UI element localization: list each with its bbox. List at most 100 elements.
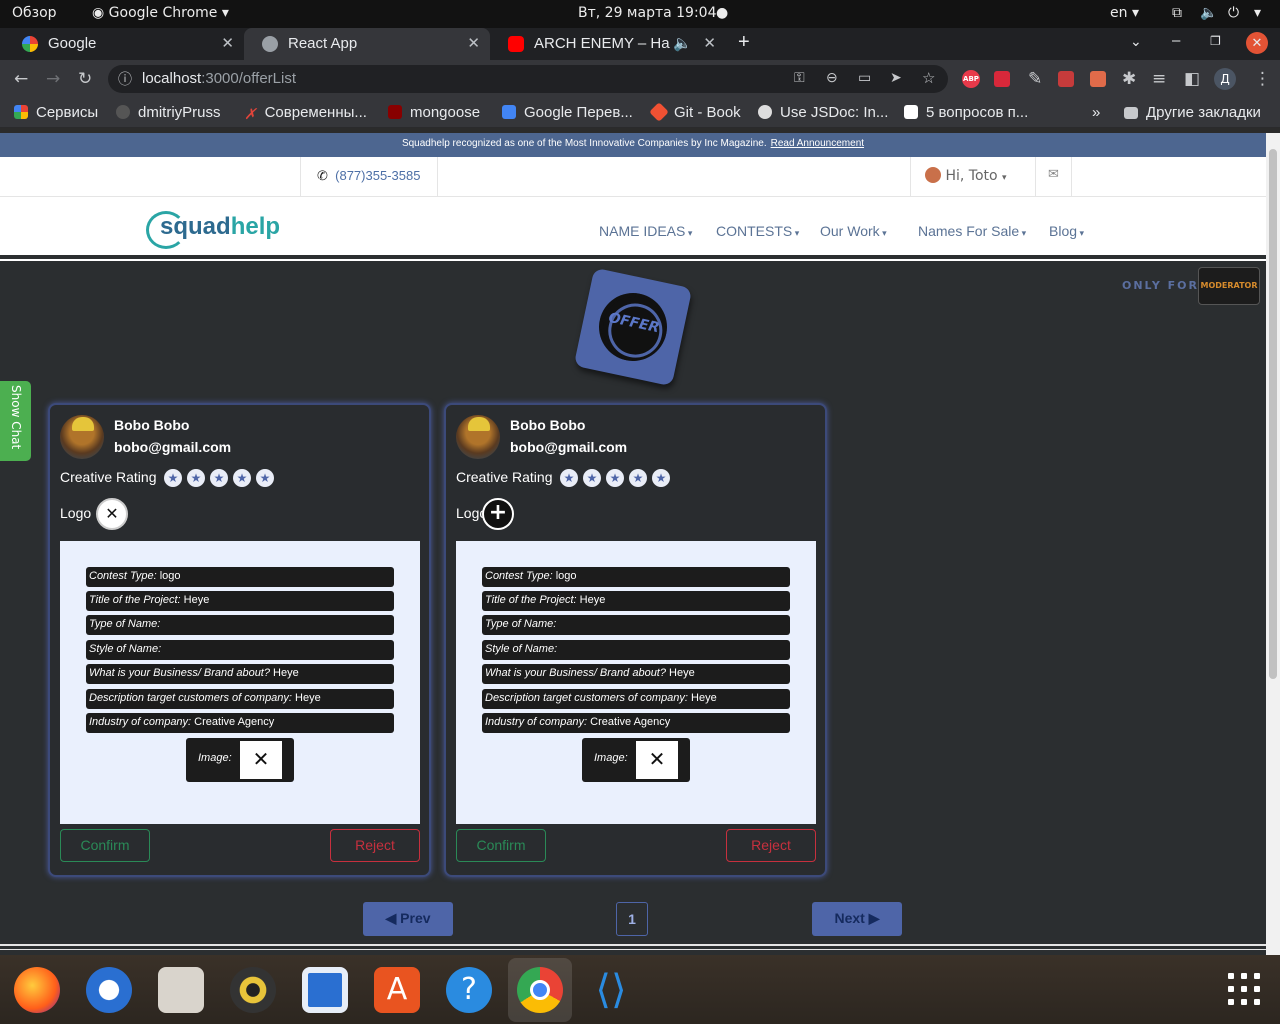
scrollbar-thumb[interactable] [1269, 149, 1277, 679]
offer-logo-image[interactable]: ✕ [96, 498, 128, 530]
app-menu[interactable]: ◉ Google Chrome ▾ [92, 5, 229, 21]
star-icon[interactable]: ★ [606, 469, 624, 487]
nav-contests[interactable]: CONTESTS [716, 223, 799, 239]
tab-google[interactable]: Google ✕ [4, 28, 244, 60]
rating-stars[interactable]: ★ ★ ★ ★ ★ [164, 467, 279, 487]
confirm-button[interactable]: Confirm [60, 829, 150, 862]
close-tab-icon[interactable]: ✕ [703, 34, 716, 52]
extension-orange-icon[interactable] [1090, 71, 1106, 87]
back-icon[interactable]: ← [14, 69, 28, 89]
firefox-icon[interactable] [14, 967, 60, 1013]
avatar [60, 415, 104, 459]
audio-playing-icon[interactable]: 🔈 [673, 34, 692, 52]
thunderbird-icon[interactable] [86, 967, 132, 1013]
star-icon[interactable]: ★ [233, 469, 251, 487]
new-tab-button[interactable]: + [738, 31, 750, 63]
reading-list-icon[interactable]: ≡ [1152, 69, 1166, 89]
star-icon[interactable]: ★ [187, 469, 205, 487]
page-scrollbar[interactable] [1266, 133, 1280, 955]
star-icon[interactable]: ★ [256, 469, 274, 487]
rating-stars[interactable]: ★ ★ ★ ★ ★ [560, 467, 675, 487]
send-icon[interactable]: ➤ [890, 69, 902, 86]
tab-react-app[interactable]: React App ✕ [244, 28, 490, 60]
reject-button[interactable]: Reject [330, 829, 420, 862]
address-bar[interactable]: ⓘ localhost:3000/offerList ⚿ ⊖ ▭ ➤ ☆ [108, 65, 948, 93]
adblock-icon[interactable]: ABP [962, 70, 980, 88]
extension-red-icon[interactable] [994, 71, 1010, 87]
volume-icon[interactable]: 🔈 [1200, 5, 1217, 21]
bookmark-services[interactable]: Сервисы [14, 104, 98, 121]
contest-image-thumbnail[interactable]: ✕ [636, 741, 678, 779]
show-applications-icon[interactable] [1228, 973, 1260, 1005]
bookmark-5-questions[interactable]: 5 вопросов п... [904, 104, 1028, 121]
bookmark-mongoose[interactable]: mongoose [388, 104, 480, 121]
footer-divider [0, 944, 1266, 950]
side-panel-icon[interactable]: ◧ [1184, 69, 1200, 89]
nav-name-ideas[interactable]: NAME IDEAS [599, 223, 692, 239]
star-icon[interactable]: ★ [164, 469, 182, 487]
tab-arch-enemy[interactable]: ARCH ENEMY – Hands 🔈 ✕ [490, 28, 726, 60]
reader-mode-icon[interactable]: ▭ [858, 69, 871, 86]
globe-icon [758, 105, 772, 119]
libreoffice-writer-icon[interactable] [302, 967, 348, 1013]
site-info-icon[interactable]: ⓘ [118, 69, 132, 89]
star-icon[interactable]: ★ [210, 469, 228, 487]
rhythmbox-icon[interactable] [230, 967, 276, 1013]
phone-contact[interactable]: ✆ (877)355-3585 [300, 157, 438, 197]
key-icon[interactable]: ⚿ [794, 69, 805, 86]
language-indicator[interactable]: en ▾ [1110, 5, 1139, 21]
files-icon[interactable] [158, 967, 204, 1013]
chrome-menu-icon[interactable]: ⋮ [1254, 69, 1271, 89]
contest-image-thumbnail[interactable]: ✕ [240, 741, 282, 779]
network-icon[interactable]: ⧉ [1172, 5, 1182, 21]
bookmark-git-book[interactable]: Git - Book [649, 102, 741, 122]
reject-button[interactable]: Reject [726, 829, 816, 862]
bookmark-star-icon[interactable]: ☆ [922, 69, 935, 87]
nav-blog[interactable]: Blog [1049, 223, 1084, 239]
bookmark-jsdoc[interactable]: Use JSDoc: In... [758, 104, 888, 121]
mail-icon[interactable]: ✉ [1036, 157, 1072, 197]
chrome-icon[interactable] [517, 967, 563, 1013]
user-menu[interactable]: Hi, Toto ▾ [910, 157, 1036, 197]
power-icon[interactable]: ⏻ [1228, 5, 1239, 21]
url-path: :3000/offerList [201, 70, 296, 87]
vscode-icon[interactable]: ⟨⟩ [588, 967, 634, 1013]
bookmark-google-translate[interactable]: Google Перев... [502, 104, 633, 121]
field-style-of-name: Style of Name: [86, 640, 394, 660]
offer-badge-icon: OFFER [573, 267, 693, 387]
show-chat-button[interactable]: Show Chat [0, 381, 31, 461]
system-menu-chevron-icon[interactable]: ▾ [1254, 5, 1261, 21]
nav-names-for-sale[interactable]: Names For Sale [918, 223, 1026, 239]
close-tab-icon[interactable]: ✕ [467, 34, 480, 52]
page-number-button[interactable]: 1 [616, 902, 648, 936]
close-tab-icon[interactable]: ✕ [221, 34, 234, 52]
extensions-puzzle-icon[interactable]: ✱ [1122, 69, 1136, 89]
add-logo-plus-icon[interactable]: + [482, 498, 514, 530]
profile-avatar[interactable]: Д [1214, 68, 1236, 90]
clock[interactable]: Вт, 29 марта 19:04 [578, 5, 716, 21]
forward-icon[interactable]: → [46, 69, 60, 89]
star-icon[interactable]: ★ [629, 469, 647, 487]
activities-button[interactable]: Обзор [12, 5, 57, 21]
next-button[interactable]: Next ▶ [812, 902, 902, 936]
prev-button[interactable]: ◀ Prev [363, 902, 453, 936]
bookmarks-overflow-button[interactable]: » [1092, 104, 1100, 121]
star-icon[interactable]: ★ [652, 469, 670, 487]
star-icon[interactable]: ★ [560, 469, 578, 487]
squadhelp-logo[interactable]: squadhelp [146, 211, 280, 249]
read-announcement-link[interactable]: Read Announcement [771, 138, 864, 149]
zoom-icon[interactable]: ⊖ [826, 69, 838, 86]
creator-email: bobo@gmail.com [114, 439, 232, 455]
star-icon[interactable]: ★ [583, 469, 601, 487]
software-center-icon[interactable]: A [374, 967, 420, 1013]
close-window-icon[interactable]: ✕ [1246, 32, 1268, 54]
bookmark-habr[interactable]: ✗ Современны... [244, 104, 367, 123]
bookmark-other-folder[interactable]: Другие закладки [1124, 104, 1261, 121]
reload-icon[interactable]: ↻ [78, 69, 92, 89]
nav-our-work[interactable]: Our Work [820, 223, 887, 239]
bookmark-github[interactable]: dmitriyPruss [116, 104, 221, 121]
confirm-button[interactable]: Confirm [456, 829, 546, 862]
extension-pen-icon[interactable]: ✎ [1028, 69, 1042, 89]
help-icon[interactable]: ? [446, 967, 492, 1013]
extension-puzzle-red-icon[interactable] [1058, 71, 1074, 87]
